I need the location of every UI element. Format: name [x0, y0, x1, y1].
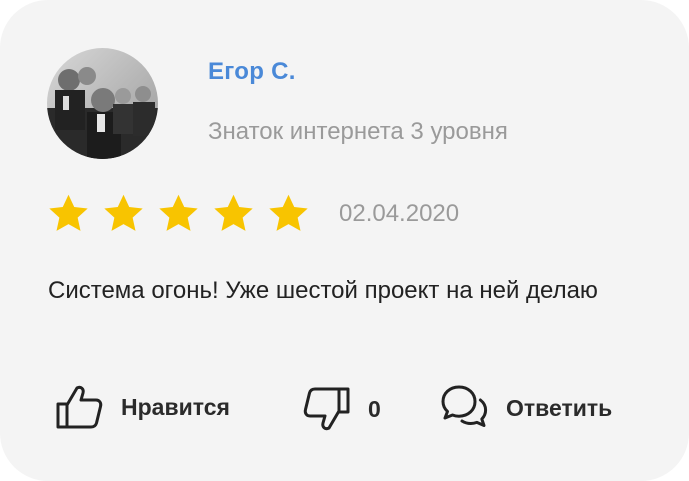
speech-bubbles-icon	[441, 385, 488, 427]
star-icon	[104, 194, 143, 231]
review-card: Егор С. Знаток интернета 3 уровня 02.04.…	[0, 0, 689, 481]
reply-label: Ответить	[506, 394, 613, 421]
like-label: Нравится	[121, 393, 230, 420]
star-icon	[269, 194, 308, 231]
star-icon	[49, 194, 88, 231]
reply-button[interactable]: Ответить	[440, 384, 612, 432]
thumbs-up-icon	[56, 385, 103, 429]
thumbs-down-icon	[303, 387, 350, 431]
star-icon	[214, 194, 253, 231]
author-level: Знаток интернета 3 уровня	[208, 118, 508, 145]
star-icon	[159, 194, 198, 231]
avatar-photo	[47, 48, 158, 159]
review-text: Система огонь! Уже шестой проект на ней …	[48, 277, 598, 304]
review-date: 02.04.2020	[339, 200, 460, 227]
dislike-button[interactable]: 0	[303, 386, 381, 432]
author-name[interactable]: Егор С.	[208, 58, 296, 86]
review-actions: Нравится 0 Ответить	[0, 380, 689, 440]
like-button[interactable]: Нравится	[55, 384, 230, 430]
rating-stars	[47, 192, 310, 235]
avatar[interactable]	[47, 48, 158, 159]
dislike-count: 0	[368, 395, 381, 422]
